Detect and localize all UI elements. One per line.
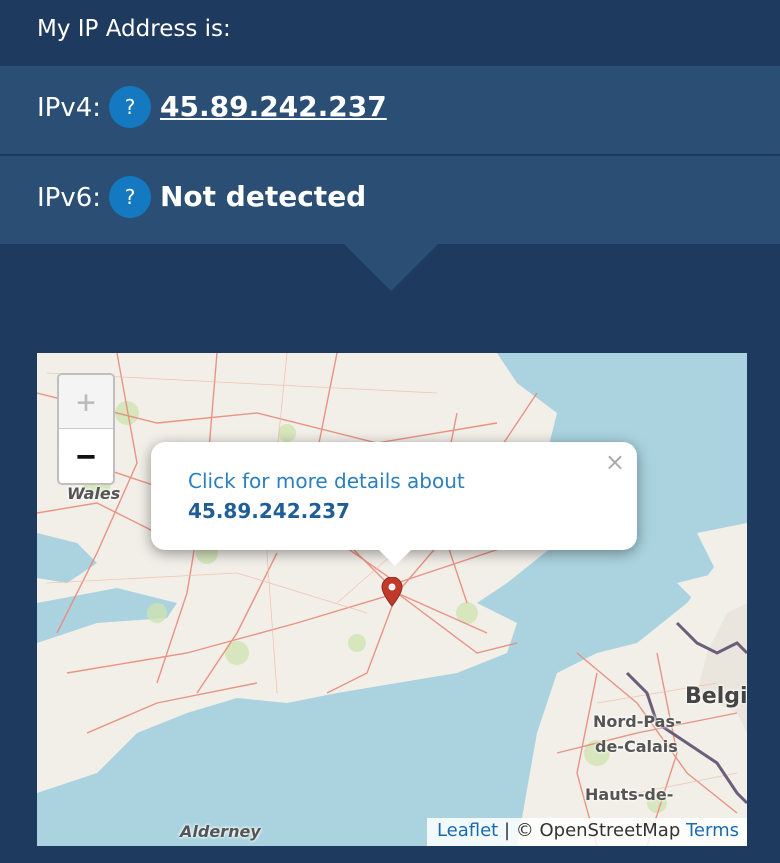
location-map[interactable]: + − Wales Alderney Belgi Nord-Pas- de-Ca… [37, 353, 747, 846]
popup-ip-link[interactable]: 45.89.242.237 [188, 499, 350, 523]
map-label-alderney: Alderney [180, 822, 261, 841]
map-label-wales: Wales [67, 484, 121, 503]
ipv4-help-icon[interactable]: ? [109, 86, 151, 128]
attribution-separator: | © [498, 820, 540, 841]
map-label-de-calais: de-Calais [595, 737, 678, 756]
map-attribution: Leaflet | © OpenStreetMap Terms [426, 818, 747, 846]
ipv6-help-icon[interactable]: ? [109, 176, 151, 218]
zoom-out-button[interactable]: − [59, 429, 113, 483]
zoom-control: + − [57, 373, 115, 485]
popup-close-icon[interactable]: × [605, 448, 625, 476]
location-marker-icon[interactable] [380, 577, 404, 607]
ipv4-address-link[interactable]: 45.89.242.237 [160, 90, 387, 123]
map-label-belgium: Belgi [685, 684, 747, 709]
popup-details-link[interactable]: Click for more details about [188, 469, 465, 493]
header: My IP Address is: [0, 0, 780, 66]
terms-link[interactable]: Terms [686, 820, 739, 841]
ipv4-label: IPv4: [37, 93, 102, 123]
header-title: My IP Address is: [37, 16, 231, 42]
ipv4-row: IPv4: ? 45.89.242.237 [0, 66, 780, 154]
ipv6-label: IPv6: [37, 183, 102, 213]
map-label-nord-pas: Nord-Pas- [593, 712, 682, 731]
zoom-in-button[interactable]: + [59, 375, 113, 429]
leaflet-link[interactable]: Leaflet [437, 820, 498, 841]
osm-credit[interactable]: OpenStreetMap [539, 820, 680, 841]
panel-pointer-arrow [344, 244, 438, 291]
ipv6-row: IPv6: ? Not detected [0, 156, 780, 244]
popup-tip [377, 548, 413, 566]
map-popup: × Click for more details about 45.89.242… [151, 442, 637, 566]
map-label-hauts-de: Hauts-de- [585, 785, 674, 804]
ipv6-value: Not detected [160, 180, 367, 213]
